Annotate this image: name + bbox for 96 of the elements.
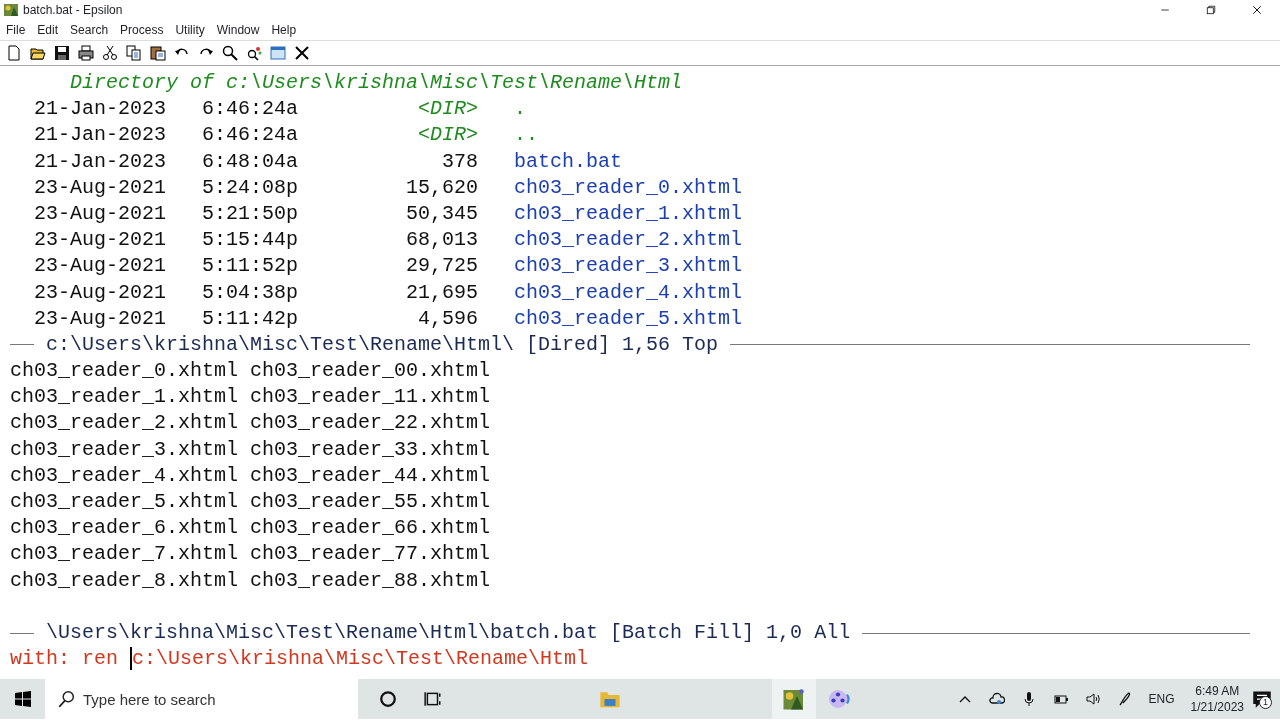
file-time: 6:48:04a	[202, 148, 299, 175]
code-line: ch03_reader_2.xhtml ch03_reader_22.xhtml	[10, 411, 491, 435]
file-date: 23-Aug-2021	[34, 253, 166, 280]
clock-time[interactable]: 6:49 AM	[1190, 682, 1244, 699]
menu-item[interactable]: File	[0, 21, 32, 39]
tray-button[interactable]	[1084, 691, 1101, 707]
file-name[interactable]: ch03_reader_1.xhtml	[514, 200, 743, 228]
file-name[interactable]: ..	[514, 122, 539, 149]
file-time: 5:21:50p	[202, 200, 299, 227]
code-line: ch03_reader_8.xhtml ch03_reader_88.xhtml	[10, 568, 491, 592]
file-size: 4,596	[418, 306, 479, 330]
film-reel-icon	[826, 687, 850, 711]
code-line: ch03_reader_3.xhtml ch03_reader_33.xhtml	[10, 437, 491, 461]
file-size: 29,725	[406, 254, 479, 278]
file-time: 6:46:24a	[202, 122, 299, 149]
restore-icon	[1205, 4, 1217, 16]
cloud-icon	[988, 691, 1005, 707]
language-indicator[interactable]: ENG	[1148, 690, 1175, 708]
tray-button[interactable]	[988, 691, 1005, 707]
mode-line: c:\Users\krishna\Misc\Test\Rename\Html\ [Dired] 1,56 Top	[46, 331, 719, 358]
toolbar-button[interactable]	[54, 45, 70, 61]
code-line: ch03_reader_6.xhtml ch03_reader_66.xhtml	[10, 516, 491, 540]
mode-line: \Users\krishna\Misc\Test\Rename\Html\batch.bat [Batch Fill] 1,0 All	[46, 619, 851, 646]
file-time: 5:11:52p	[202, 253, 299, 280]
toolbar-button[interactable]	[294, 45, 310, 61]
menu-item[interactable]: Edit	[31, 21, 65, 39]
file-name[interactable]: ch03_reader_2.xhtml	[514, 227, 743, 254]
toolbar-button[interactable]	[150, 45, 166, 61]
code-line: ch03_reader_5.xhtml ch03_reader_55.xhtml	[10, 490, 491, 513]
code-line: ch03_reader_1.xhtml ch03_reader_11.xhtml	[10, 385, 491, 409]
menu-item[interactable]: Search	[64, 21, 115, 39]
file-date: 23-Aug-2021	[34, 305, 166, 332]
code-line: ch03_reader_0.xhtml ch03_reader_00.xhtml	[10, 359, 491, 383]
windows-icon	[14, 691, 31, 707]
file-date: 23-Aug-2021	[34, 279, 166, 306]
menu-item[interactable]: Utility	[169, 21, 211, 39]
dir-label: <DIR>	[418, 123, 479, 147]
search-icon	[57, 690, 75, 708]
cut-icon	[102, 45, 118, 61]
window-title: batch.bat - Epsilon	[23, 2, 123, 19]
toolbar-button[interactable]	[222, 45, 238, 61]
replace-icon	[246, 45, 262, 61]
file-date: 21-Jan-2023	[34, 96, 166, 123]
file-date: 21-Jan-2023	[34, 122, 166, 149]
search-field[interactable]: Type here to search	[45, 679, 358, 719]
directory-header: Directory of c:\Users\krishna\Misc\Test\Rename\Html	[70, 71, 683, 94]
menu-item[interactable]: Window	[210, 21, 266, 39]
speaker-icon	[1084, 691, 1101, 707]
paste-icon	[150, 45, 166, 61]
file-time: 5:24:08p	[202, 174, 299, 201]
file-time: 6:46:24a	[202, 96, 299, 123]
task-view-icon	[424, 690, 442, 708]
taskbar-app-button[interactable]	[772, 679, 816, 719]
file-size: 68,013	[406, 228, 479, 252]
app-icon	[3, 2, 19, 18]
file-name[interactable]: batch.bat	[514, 148, 623, 175]
file-date: 21-Jan-2023	[34, 148, 166, 175]
file-date: 23-Aug-2021	[34, 200, 166, 227]
file-date: 23-Aug-2021	[34, 227, 166, 254]
file-name[interactable]: ch03_reader_4.xhtml	[514, 279, 743, 306]
file-name[interactable]: ch03_reader_3.xhtml	[514, 253, 743, 280]
toolbar-button[interactable]	[102, 45, 118, 61]
file-name[interactable]: ch03_reader_0.xhtml	[514, 174, 743, 201]
close-icon	[294, 45, 310, 61]
toolbar-button[interactable]	[126, 45, 142, 61]
circle-icon	[379, 690, 397, 708]
copy-icon	[126, 45, 142, 61]
file-name[interactable]: ch03_reader_5.xhtml	[514, 305, 743, 332]
search-icon	[222, 45, 238, 61]
file-size: 15,620	[406, 175, 479, 199]
clock-date[interactable]: 1/21/2023	[1190, 699, 1244, 716]
window-icon	[270, 45, 286, 61]
file-date: 23-Aug-2021	[34, 174, 166, 201]
new-file-icon	[6, 45, 22, 61]
close-icon	[1251, 4, 1263, 16]
file-size: 378	[442, 149, 479, 173]
file-time: 5:15:44p	[202, 227, 299, 254]
save-icon	[54, 45, 70, 61]
code-line: ch03_reader_4.xhtml ch03_reader_44.xhtml	[10, 463, 491, 487]
code-line: ch03_reader_7.xhtml ch03_reader_77.xhtml	[10, 542, 491, 566]
toolbar-button[interactable]	[246, 45, 262, 61]
file-time: 5:11:42p	[202, 305, 299, 332]
toolbar-button[interactable]	[78, 45, 94, 61]
file-time: 5:04:38p	[202, 279, 299, 306]
menu-item[interactable]: Process	[114, 21, 170, 39]
file-name[interactable]: .	[514, 96, 527, 123]
file-size: 50,345	[406, 201, 479, 225]
print-icon	[78, 45, 94, 61]
toolbar-button[interactable]	[6, 45, 22, 61]
app-icon	[782, 687, 806, 711]
open-folder-icon	[30, 45, 46, 61]
command-prompt[interactable]: with: ren c:\Users\krishna\Misc\Test\Rename\Html	[10, 647, 589, 671]
menu-item[interactable]: Help	[265, 21, 303, 39]
toolbar-button[interactable]	[30, 45, 46, 61]
file-size: 21,695	[406, 280, 479, 304]
dir-label: <DIR>	[418, 97, 479, 121]
